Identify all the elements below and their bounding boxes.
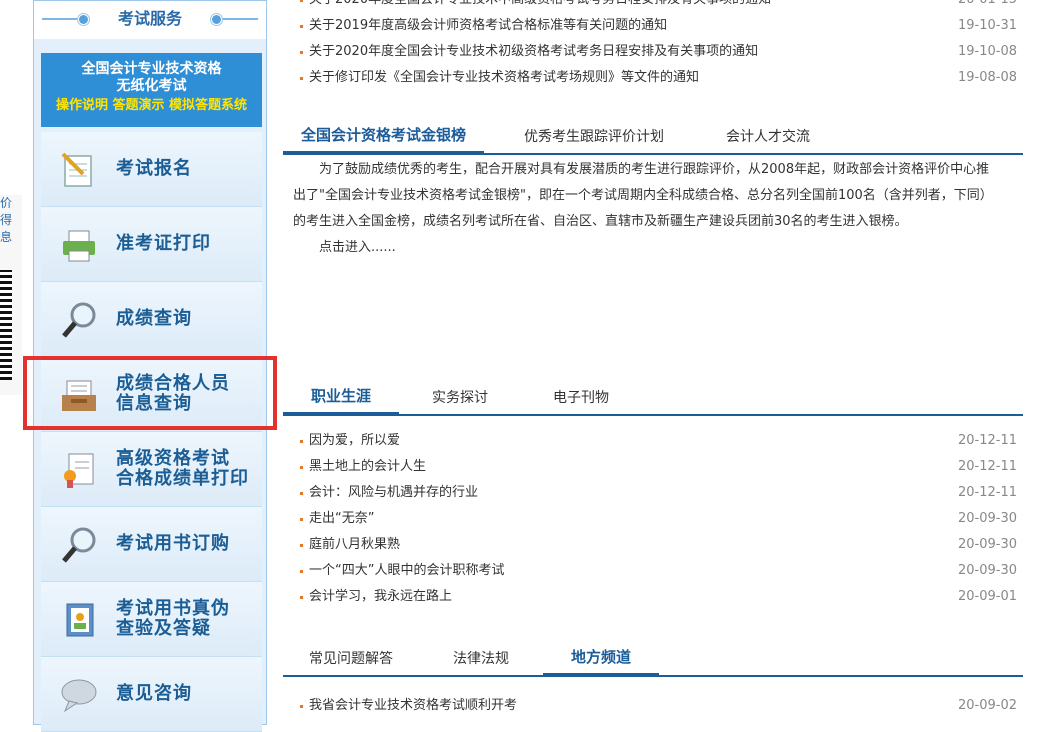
news-title[interactable]: 会计：风险与机遇并存的行业 <box>309 480 478 506</box>
tab-faq[interactable]: 常见问题解答 <box>309 645 393 675</box>
list-item[interactable]: 关于2020年度全国会计专业技术初级资格考试考务日程安排及有关事项的通知 19-1… <box>283 39 1023 65</box>
banner-line: 全国会计专业技术资格 <box>81 61 222 77</box>
tab-tracking-plan[interactable]: 优秀考生跟踪评价计划 <box>524 123 664 153</box>
menu-item-registration[interactable]: 考试报名 <box>41 132 262 207</box>
list-item[interactable]: 黑土地上的会计人生 20-12-11 <box>283 454 1023 480</box>
news-date: 20-09-30 <box>957 537 1017 552</box>
magnifier-icon <box>62 527 96 563</box>
news-date: 20-09-30 <box>957 563 1017 578</box>
tab-career[interactable]: 职业生涯 <box>283 382 400 416</box>
news-title[interactable]: 走出“无奈” <box>309 506 374 532</box>
menu-item-label: 意见咨询 <box>116 683 192 704</box>
news-date: 20-09-30 <box>957 511 1017 526</box>
certificate-icon <box>64 453 94 488</box>
banner-line: 无纸化考试 <box>116 78 187 94</box>
menu-item-label: 成绩合格人员 <box>116 373 230 394</box>
tab-local-channel[interactable]: 地方频道 <box>543 643 660 677</box>
notepad-pencil-icon <box>61 152 92 187</box>
list-item[interactable]: 因为爱，所以爱 20-12-11 <box>283 428 1023 454</box>
menu-item-senior-score-print[interactable]: 高级资格考试 合格成绩单打印 <box>41 432 262 507</box>
menu-item-label: 合格成绩单打印 <box>116 468 249 489</box>
tab-laws[interactable]: 法律法规 <box>453 645 509 675</box>
tab-e-journal[interactable]: 电子刊物 <box>553 384 609 414</box>
menu-item-score-query[interactable]: 成绩查询 <box>41 282 262 357</box>
menu-item-label: 考试报名 <box>116 158 192 179</box>
news-title[interactable]: 关于2020年度全国会计专业技术初级资格考试考务日程安排及有关事项的通知 <box>309 39 758 65</box>
news-title[interactable]: 关于2020年度全国会计专业技术中高级资格考试考务日程安排及有关事项的通知 <box>309 0 771 13</box>
list-item[interactable]: 关于修订印发《全国会计专业技术资格考试考场规则》等文件的通知 19-08-08 <box>283 65 1023 91</box>
list-item[interactable]: 我省会计专业技术资格考试顺利开考 20-09-02 <box>283 693 1023 719</box>
edge-text: 评价 <box>0 196 13 210</box>
news-title[interactable]: 关于2019年度高级会计师资格考试合格标准等有关问题的通知 <box>309 13 667 39</box>
sidebar-title: 考试服务 <box>117 9 182 28</box>
news-title[interactable]: 关于修订印发《全国会计专业技术资格考试考场规则》等文件的通知 <box>309 65 699 91</box>
paperless-exam-banner[interactable]: 全国会计专业技术资格 无纸化考试 操作说明 答题演示 模拟答题系统 <box>41 53 262 127</box>
edge-fragment: 评价 获得 信息 <box>0 195 22 395</box>
enter-link[interactable]: 点击进入...... <box>293 235 1005 261</box>
news-date: 20-09-01 <box>957 589 1017 604</box>
printer-icon <box>63 230 95 262</box>
career-news-list: 因为爱，所以爱 20-12-11 黑土地上的会计人生 20-12-11 会计：风险与… <box>283 428 1023 610</box>
news-title[interactable]: 庭前八月秋果熟 <box>309 532 400 558</box>
menu-item-label: 信息查询 <box>116 393 192 414</box>
dot-icon <box>78 14 89 25</box>
edge-text: 获得 <box>0 213 13 227</box>
list-item[interactable]: 一个“四大”人眼中的会计职称考试 20-09-30 <box>283 558 1023 584</box>
career-section: 职业生涯 实务探讨 电子刊物 因为爱，所以爱 20-12-11 黑土地上的会计人生… <box>283 382 1023 610</box>
news-date: 20-12-11 <box>957 459 1017 474</box>
news-title[interactable]: 因为爱，所以爱 <box>309 428 400 454</box>
intro-paragraph: 为了鼓励成绩优秀的考生，配合开展对具有发展潜质的考生进行跟踪评价，从2008年起… <box>293 162 993 229</box>
banner-links[interactable]: 操作说明 答题演示 模拟答题系统 <box>41 95 262 117</box>
local-channel-section: 常见问题解答 法律法规 地方频道 我省会计专业技术资格考试顺利开考 20-09-0… <box>283 643 1023 719</box>
news-title[interactable]: 我省会计专业技术资格考试顺利开考 <box>309 693 517 719</box>
menu-item-qualified-info[interactable]: 成绩合格人员 信息查询 <box>41 357 262 432</box>
news-date: 20-12-11 <box>957 433 1017 448</box>
list-item[interactable]: 关于2019年度高级会计师资格考试合格标准等有关问题的通知 19-10-31 <box>283 13 1023 39</box>
menu-item-label: 成绩查询 <box>116 308 192 329</box>
tab-bar: 全国会计资格考试金银榜 优秀考生跟踪评价计划 会计人才交流 <box>283 121 1023 155</box>
tab-talent-exchange[interactable]: 会计人才交流 <box>726 123 810 153</box>
news-title[interactable]: 黑土地上的会计人生 <box>309 454 426 480</box>
edge-text: 信息 <box>0 230 13 244</box>
menu-item-book-verify[interactable]: 考试用书真伪 查验及答疑 <box>41 582 262 657</box>
tab-bar: 职业生涯 实务探讨 电子刊物 <box>283 382 1023 416</box>
service-menu: 考试报名 准考证打印 成绩查询 成绩合格人员 信息查询 高级资格考试 合格成绩单… <box>41 132 262 732</box>
menu-item-label: 准考证打印 <box>116 233 211 254</box>
dot-icon <box>211 14 222 25</box>
list-item[interactable]: 庭前八月秋果熟 20-09-30 <box>283 532 1023 558</box>
sidebar-header: 考试服务 <box>34 1 266 39</box>
contact-book-icon <box>66 603 94 637</box>
news-date: 20-12-11 <box>957 485 1017 500</box>
menu-item-book-order[interactable]: 考试用书订购 <box>41 507 262 582</box>
menu-item-label: 考试用书订购 <box>116 533 230 554</box>
local-news-list: 我省会计专业技术资格考试顺利开考 20-09-02 <box>283 693 1023 719</box>
news-date: 19-08-08 <box>957 70 1017 85</box>
file-tray-icon <box>62 380 96 411</box>
list-item[interactable]: 会计：风险与机遇并存的行业 20-12-11 <box>283 480 1023 506</box>
magnifier-icon <box>62 302 96 338</box>
tab-practice[interactable]: 实务探讨 <box>432 384 488 414</box>
exam-services-sidebar: 考试服务 全国会计专业技术资格 无纸化考试 操作说明 答题演示 模拟答题系统 考… <box>33 0 267 732</box>
gold-silver-section: 全国会计资格考试金银榜 优秀考生跟踪评价计划 会计人才交流 为了鼓励成绩优秀的考… <box>283 121 1023 261</box>
news-date: 20-09-02 <box>957 698 1017 713</box>
news-date: 19-10-08 <box>957 44 1017 59</box>
news-title[interactable]: 一个“四大”人眼中的会计职称考试 <box>309 558 504 584</box>
news-date: 19-10-31 <box>957 18 1017 33</box>
list-item[interactable]: 关于2020年度全国会计专业技术中高级资格考试考务日程安排及有关事项的通知 20-… <box>283 0 1023 13</box>
speech-bubble-icon <box>61 679 97 713</box>
announcement-list: 关于2020年度全国会计专业技术中高级资格考试考务日程安排及有关事项的通知 20-… <box>283 0 1023 91</box>
menu-item-label: 高级资格考试 <box>116 448 230 469</box>
menu-item-feedback[interactable]: 意见咨询 <box>41 657 262 732</box>
menu-item-label: 查验及答疑 <box>116 618 211 639</box>
menu-item-label: 考试用书真伪 <box>116 598 230 619</box>
news-title[interactable]: 会计学习，我永远在路上 <box>309 584 452 610</box>
list-item[interactable]: 会计学习，我永远在路上 20-09-01 <box>283 584 1023 610</box>
section-body: 为了鼓励成绩优秀的考生，配合开展对具有发展潜质的考生进行跟踪评价，从2008年起… <box>283 155 1009 261</box>
menu-item-admission-print[interactable]: 准考证打印 <box>41 207 262 282</box>
tab-gold-silver-list[interactable]: 全国会计资格考试金银榜 <box>283 121 485 155</box>
news-date: 20-01-15 <box>958 0 1017 13</box>
qr-code-icon <box>0 270 12 380</box>
list-item[interactable]: 走出“无奈” 20-09-30 <box>283 506 1023 532</box>
tab-bar: 常见问题解答 法律法规 地方频道 <box>283 643 1023 677</box>
